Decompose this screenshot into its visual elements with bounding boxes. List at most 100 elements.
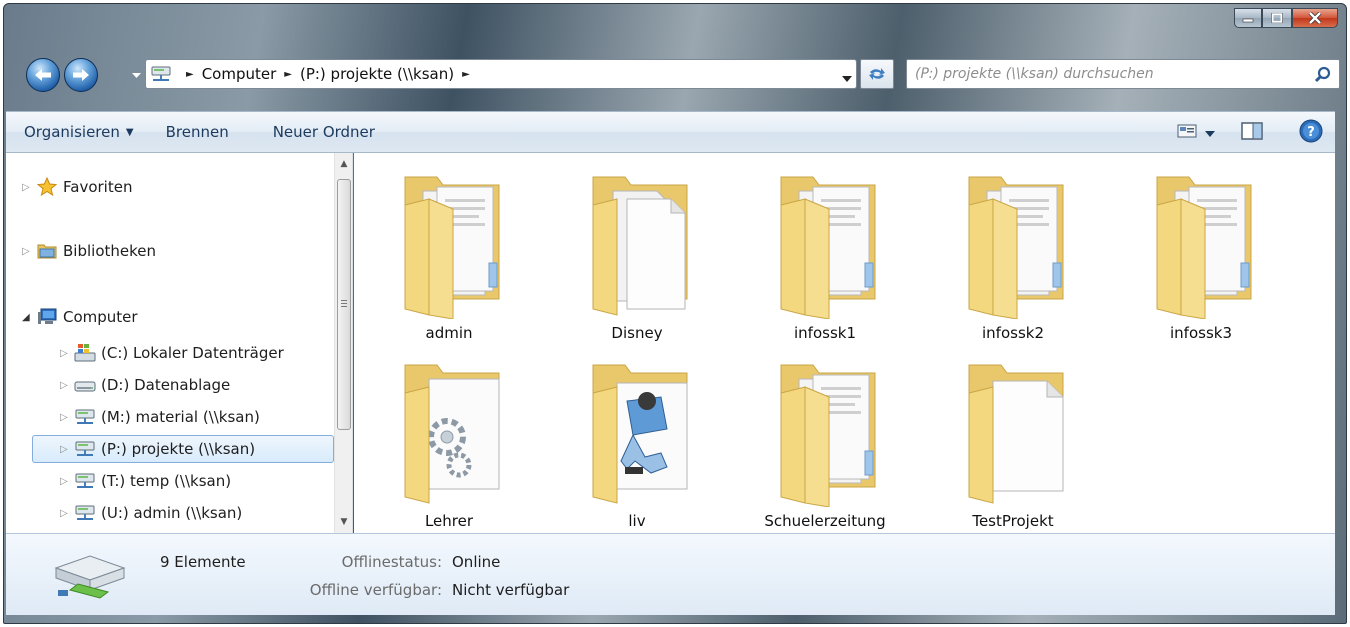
nav-drive-d[interactable]: ▷ (D:) Datenablage (60, 371, 230, 399)
breadcrumb-separator-icon: ► (186, 68, 194, 80)
details-pane: 9 Elemente Offlinestatus: Online Offline… (6, 533, 1335, 615)
scroll-up-icon[interactable]: ▲ (339, 159, 349, 169)
folder-name: admin (425, 324, 473, 342)
nav-drive-c-label: (C:) Lokaler Datenträger (101, 344, 284, 362)
breadcrumb-projekte[interactable]: (P:) projekte (\\ksan) (300, 65, 454, 83)
nav-libraries-label: Bibliotheken (63, 242, 156, 260)
preview-pane-icon (1241, 122, 1263, 140)
help-button[interactable]: ? (1299, 119, 1323, 147)
nav-computer-label: Computer (63, 308, 138, 326)
folder-item[interactable]: infossk1 (732, 161, 918, 342)
nav-drive-c[interactable]: ▷ (C:) Lokaler Datenträger (60, 339, 284, 367)
breadcrumb-computer[interactable]: Computer (202, 65, 277, 83)
folder-item[interactable]: admin (356, 161, 542, 342)
folder-icon (968, 176, 1064, 319)
breadcrumb: ► Computer ► (P:) projekte (\\ksan) ► (178, 60, 478, 88)
folder-item[interactable]: liv (544, 349, 730, 530)
folder-item[interactable]: infossk2 (920, 161, 1106, 342)
back-button[interactable] (26, 58, 60, 92)
address-history-dropdown[interactable] (842, 69, 852, 87)
address-row: ► Computer ► (P:) projekte (\\ksan) ► (26, 55, 1340, 97)
folder-tree: ▷ Favoriten ▷ Bibliotheken ◢ Computer ▷ (6, 153, 334, 533)
nav-drive-u[interactable]: ▷ (U:) admin (\\ksan) (60, 499, 242, 527)
nav-drive-u-label: (U:) admin (\\ksan) (101, 504, 243, 522)
expand-arrow-icon[interactable]: ▷ (60, 476, 70, 487)
organize-menu-button[interactable]: Organisieren ▼ (24, 123, 134, 141)
nav-drive-t-label: (T:) temp (\\ksan) (101, 472, 232, 490)
folder-item[interactable]: TestProjekt (920, 349, 1106, 530)
nav-drive-t[interactable]: ▷ (T:) temp (\\ksan) (60, 467, 231, 495)
folder-item[interactable]: Lehrer (356, 349, 542, 530)
folder-name: Lehrer (424, 512, 474, 530)
scroll-down-icon[interactable]: ▼ (339, 517, 349, 527)
folder-icon (780, 364, 876, 507)
help-icon: ? (1299, 119, 1323, 143)
minimize-button[interactable] (1234, 8, 1262, 28)
offline-available-label: Offline verfügbar: (309, 581, 442, 599)
expand-arrow-icon[interactable]: ▷ (60, 380, 70, 391)
nav-drive-m[interactable]: ▷ (M:) material (\\ksan) (60, 403, 260, 431)
folder-icon (404, 176, 500, 319)
offline-available-value: Nicht verfügbar (452, 581, 570, 599)
scrollbar-thumb[interactable] (337, 179, 351, 430)
folder-icon (780, 176, 876, 319)
address-bar[interactable]: ► Computer ► (P:) projekte (\\ksan) ► (145, 59, 857, 89)
view-controls: ? (1163, 119, 1323, 147)
hard-drive-icon (74, 375, 96, 395)
folder-name: infossk3 (1170, 324, 1232, 342)
search-icon[interactable] (1314, 66, 1332, 88)
chevron-down-icon (131, 73, 141, 78)
computer-icon (36, 307, 58, 327)
burn-label: Brennen (165, 123, 229, 141)
new-folder-label: Neuer Ordner (272, 123, 375, 141)
windows-drive-icon (74, 343, 96, 363)
breadcrumb-separator-icon[interactable]: ► (284, 69, 292, 80)
folder-name: Disney (611, 324, 663, 342)
network-drive-icon (50, 552, 130, 608)
search-input[interactable] (915, 66, 1309, 82)
expand-arrow-icon[interactable]: ▷ (60, 348, 70, 359)
folder-item[interactable]: Schuelerzeitung (732, 349, 918, 530)
folder-name: liv (628, 512, 646, 530)
view-options-dropdown[interactable] (1205, 124, 1215, 142)
network-drive-icon (150, 65, 172, 83)
search-box (906, 59, 1340, 89)
forward-button[interactable] (64, 58, 98, 92)
preview-pane-button[interactable] (1241, 122, 1263, 144)
nav-favorites-label: Favoriten (63, 178, 133, 196)
expand-arrow-icon[interactable]: ▷ (60, 508, 70, 519)
network-drive-icon (74, 471, 96, 491)
expand-arrow-icon[interactable]: ▷ (22, 182, 32, 193)
nav-drive-m-label: (M:) material (\\ksan) (101, 408, 260, 426)
refresh-button[interactable] (860, 59, 894, 89)
network-drive-icon (74, 407, 96, 427)
close-button[interactable] (1292, 8, 1338, 28)
maximize-button[interactable] (1262, 8, 1292, 28)
breadcrumb-separator-icon[interactable]: ► (462, 69, 470, 80)
recent-pages-dropdown[interactable] (130, 70, 142, 82)
nav-libraries[interactable]: ▷ Bibliotheken (22, 237, 156, 265)
folder-name: Schuelerzeitung (764, 512, 886, 530)
new-folder-button[interactable]: Neuer Ordner (273, 123, 375, 141)
offline-status-value: Online (452, 553, 501, 571)
folder-name: TestProjekt (972, 512, 1054, 530)
expand-arrow-icon[interactable]: ▷ (60, 444, 70, 455)
collapse-arrow-icon[interactable]: ◢ (22, 312, 32, 323)
network-drive-icon (74, 439, 96, 459)
folder-icon (592, 364, 688, 504)
expand-arrow-icon[interactable]: ▷ (22, 246, 32, 257)
folder-item[interactable]: Disney (544, 161, 730, 342)
arrow-left-icon (35, 69, 51, 81)
change-view-button[interactable] (1177, 123, 1197, 143)
chevron-down-icon: ▼ (125, 126, 134, 138)
folder-icon (592, 176, 688, 316)
folder-item[interactable]: infossk3 (1108, 161, 1294, 342)
nav-favorites[interactable]: ▷ Favoriten (22, 173, 132, 201)
nav-drive-p-label: (P:) projekte (\\ksan) (101, 440, 256, 458)
expand-arrow-icon[interactable]: ▷ (60, 412, 70, 423)
nav-computer[interactable]: ◢ Computer (22, 303, 138, 331)
svg-text:?: ? (1307, 125, 1315, 140)
nav-scrollbar[interactable]: ▲ ▼ (334, 153, 352, 533)
burn-button[interactable]: Brennen (166, 123, 229, 141)
nav-drive-p[interactable]: ▷ (P:) projekte (\\ksan) (32, 435, 334, 463)
